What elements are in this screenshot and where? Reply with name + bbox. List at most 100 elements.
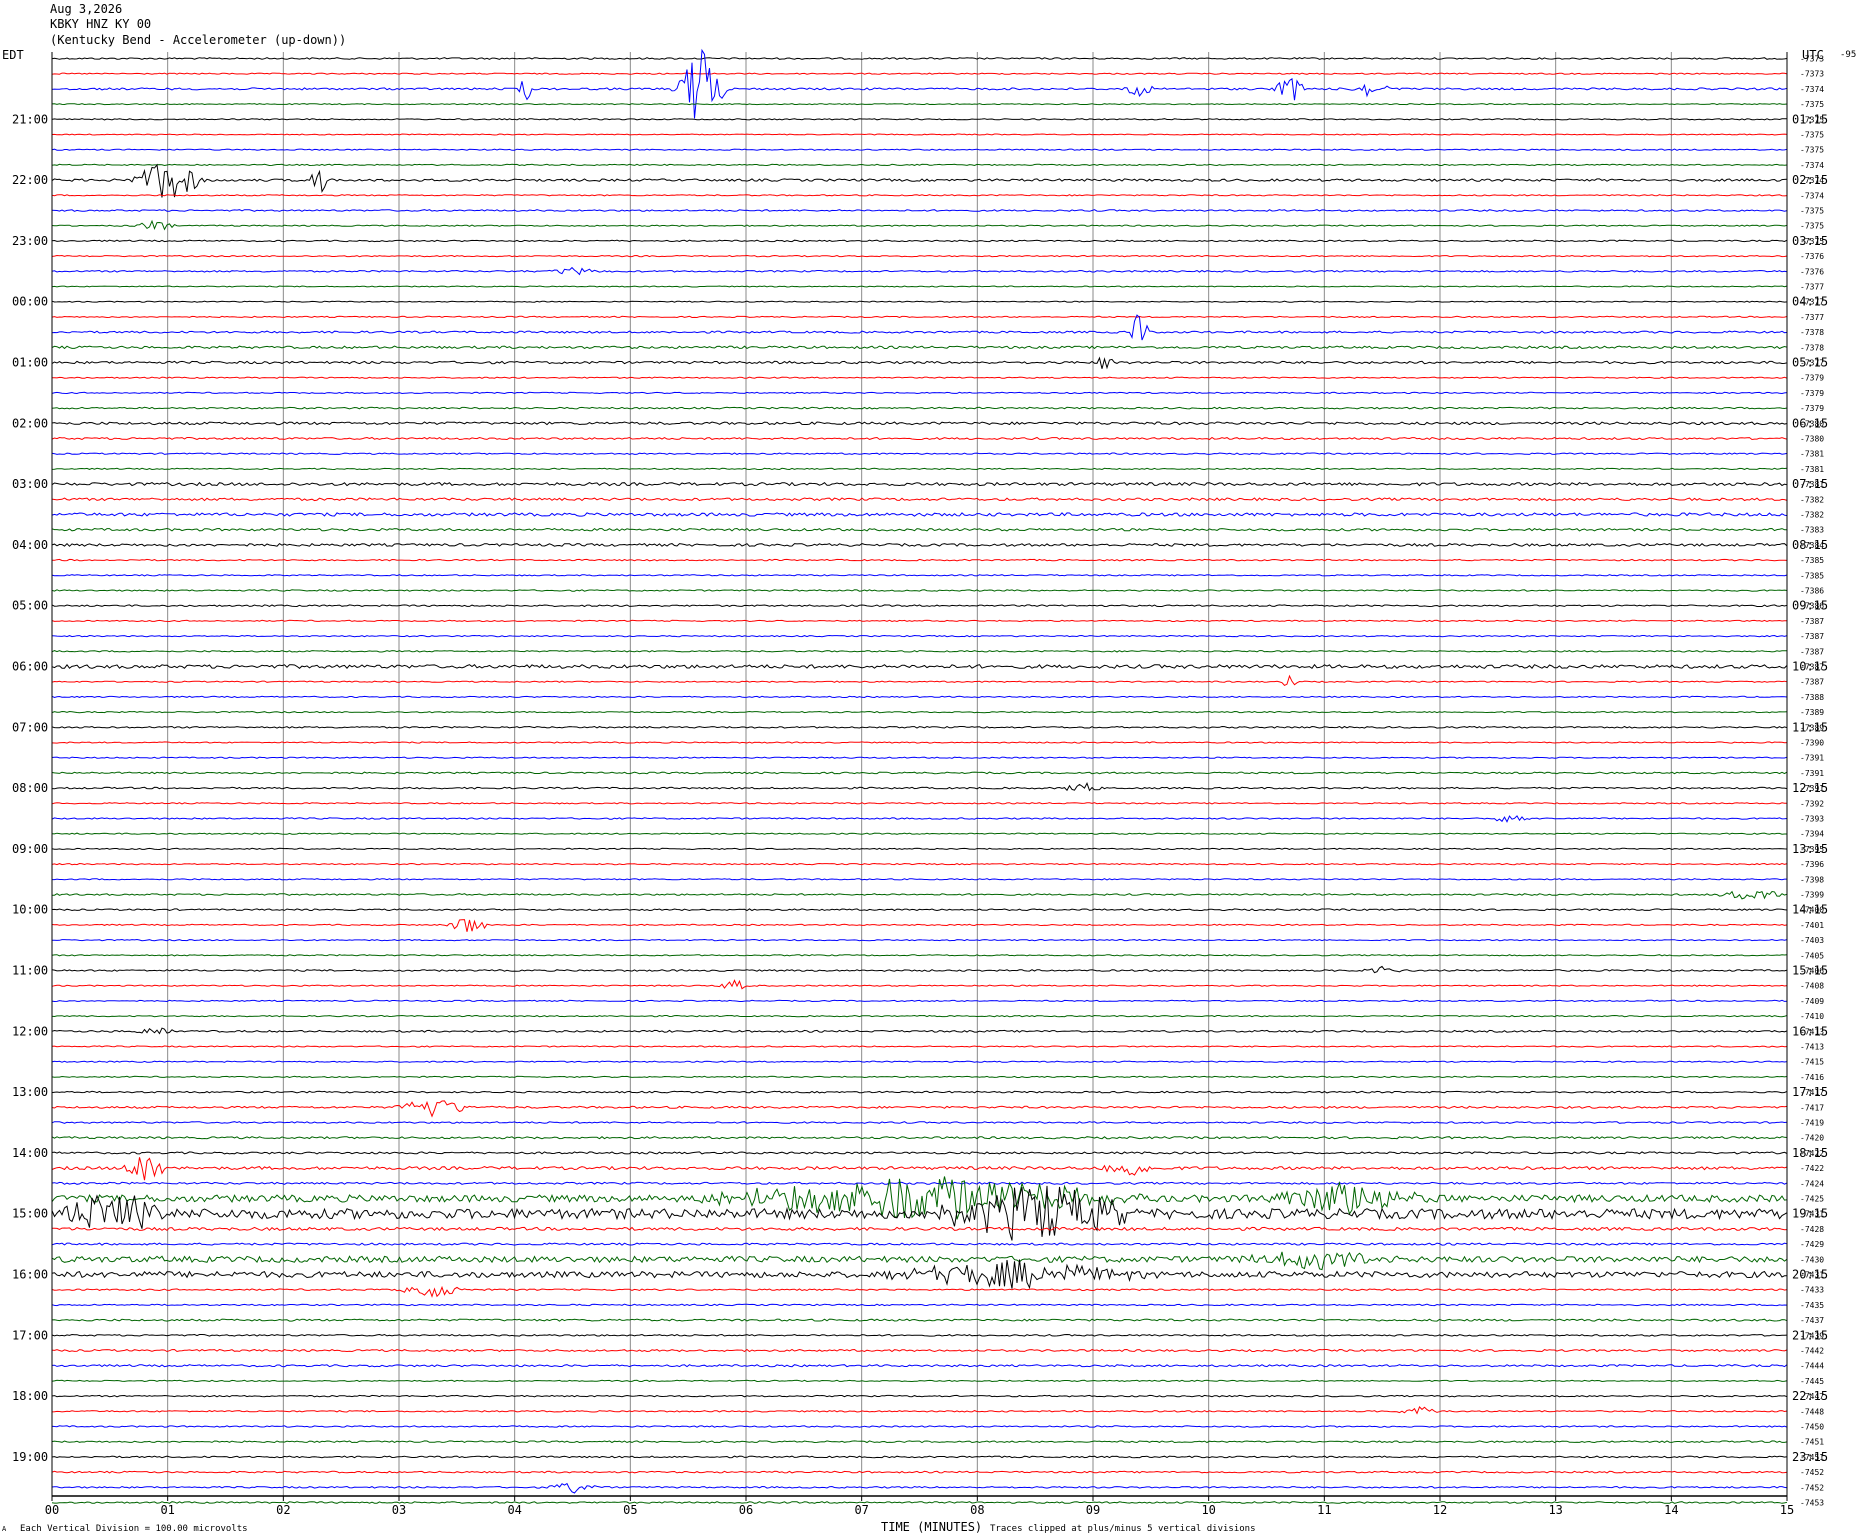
left-hour-label-14: 10:00 — [12, 903, 48, 917]
right-hour-label-11: 11:15 — [1792, 720, 1828, 734]
trace-offset-label-58: -7401 — [1800, 921, 1824, 930]
trace-offset-label-14: -7376 — [1800, 252, 1824, 261]
x-tick-label-08: 08 — [970, 1503, 984, 1517]
traces — [51, 48, 1788, 1504]
right-hour-label-14: 14:15 — [1792, 903, 1828, 917]
trace-offset-label-50: -7392 — [1800, 799, 1824, 808]
trace-50 — [51, 802, 1787, 805]
trace-8 — [51, 163, 1788, 167]
right-hour-label-12: 12:15 — [1792, 781, 1828, 795]
trace-offset-label-44: -7389 — [1800, 708, 1824, 717]
left-hour-label-21: 17:00 — [12, 1328, 48, 1342]
trace-offset-label-56: -7399 — [1800, 891, 1824, 900]
trace-86 — [51, 1348, 1788, 1353]
trace-36 — [51, 589, 1788, 592]
trace-21 — [51, 356, 1788, 370]
trace-7 — [51, 148, 1788, 151]
trace-offset-label-3: -7374 — [1800, 85, 1824, 94]
trace-20 — [51, 345, 1788, 350]
trace-16 — [51, 285, 1788, 288]
trace-73 — [51, 1151, 1788, 1155]
right-hour-label-1: 01:15 — [1792, 112, 1828, 126]
left-hour-label-19: 15:00 — [12, 1207, 48, 1221]
left-hour-label-17: 13:00 — [12, 1085, 48, 1099]
top-right-mark: -95 — [1840, 50, 1856, 60]
left-hour-label-10: 06:00 — [12, 660, 48, 674]
trace-63 — [51, 999, 1788, 1003]
trace-82 — [51, 1285, 1788, 1298]
right-hour-label-19: 19:15 — [1792, 1207, 1828, 1221]
trace-91 — [51, 1425, 1788, 1428]
trace-48 — [51, 771, 1788, 775]
trace-11 — [51, 209, 1788, 212]
trace-23 — [51, 391, 1788, 395]
left-hour-label-6: 02:00 — [12, 416, 48, 430]
right-hour-label-13: 13:15 — [1792, 842, 1828, 856]
right-hour-label-8: 08:15 — [1792, 538, 1828, 552]
trace-offset-label-90: -7448 — [1800, 1407, 1824, 1416]
trace-offset-label-10: -7374 — [1800, 191, 1824, 200]
trace-88 — [51, 1379, 1788, 1383]
trace-1 — [51, 57, 1788, 60]
trace-offset-label-88: -7445 — [1800, 1377, 1824, 1386]
trace-offset-label-80: -7430 — [1800, 1255, 1824, 1264]
trace-offset-label-74: -7422 — [1800, 1164, 1824, 1173]
x-tick-label-11: 11 — [1317, 1503, 1331, 1517]
right-hour-label-20: 20:15 — [1792, 1268, 1828, 1282]
trace-89 — [51, 1394, 1788, 1398]
right-axis-label: UTC — [1802, 48, 1824, 62]
trace-69 — [51, 1090, 1788, 1094]
trace-offset-label-31: -7382 — [1800, 511, 1824, 520]
trace-offset-label-94: -7452 — [1800, 1468, 1824, 1477]
right-hour-label-3: 03:15 — [1792, 234, 1828, 248]
left-hour-label-15: 11:00 — [12, 964, 48, 978]
trace-92 — [51, 1440, 1788, 1444]
trace-offset-label-62: -7408 — [1800, 982, 1824, 991]
trace-offset-label-42: -7387 — [1800, 678, 1824, 687]
left-hour-label-5: 01:00 — [12, 356, 48, 370]
trace-15 — [51, 266, 1788, 276]
trace-26 — [51, 436, 1788, 441]
trace-34 — [52, 558, 1788, 562]
trace-25 — [51, 421, 1788, 426]
left-hour-label-13: 09:00 — [12, 842, 48, 856]
left-hour-label-20: 16:00 — [12, 1268, 48, 1282]
trace-offset-label-38: -7387 — [1800, 617, 1824, 626]
x-tick-label-13: 13 — [1548, 1503, 1562, 1517]
trace-61 — [51, 965, 1788, 974]
x-axis-label: TIME (MINUTES) — [881, 1520, 982, 1534]
trace-12 — [51, 219, 1788, 231]
trace-offset-label-20: -7378 — [1800, 343, 1824, 352]
right-hour-label-2: 02:15 — [1792, 173, 1828, 187]
trace-53 — [51, 847, 1788, 851]
trace-39 — [51, 634, 1788, 638]
right-hour-label-18: 18:15 — [1792, 1146, 1828, 1160]
trace-offset-label-72: -7420 — [1800, 1134, 1824, 1143]
trace-32 — [51, 527, 1788, 532]
right-hour-label-10: 10:15 — [1792, 660, 1828, 674]
trace-offset-label-63: -7409 — [1800, 997, 1824, 1006]
right-hour-label-5: 05:15 — [1792, 356, 1828, 370]
trace-35 — [51, 574, 1788, 577]
trace-9 — [51, 163, 1788, 198]
left-hour-label-9: 05:00 — [12, 599, 48, 613]
trace-offset-label-84: -7437 — [1800, 1316, 1824, 1325]
x-tick-label-06: 06 — [739, 1503, 753, 1517]
trace-offset-label-48: -7391 — [1800, 769, 1824, 778]
trace-96 — [51, 1501, 1788, 1504]
trace-22 — [52, 376, 1788, 379]
right-hour-label-22: 22:15 — [1792, 1389, 1828, 1403]
trace-55 — [52, 878, 1787, 881]
right-hour-label-6: 06:15 — [1792, 416, 1828, 430]
trace-2 — [51, 72, 1788, 75]
trace-13 — [51, 239, 1788, 243]
trace-offset-label-54: -7396 — [1800, 860, 1824, 869]
trace-44 — [51, 710, 1788, 714]
trace-offset-label-95: -7452 — [1800, 1483, 1824, 1492]
trace-17 — [51, 300, 1788, 303]
trace-5 — [51, 118, 1787, 121]
trace-offset-label-47: -7391 — [1800, 754, 1824, 763]
trace-offset-label-18: -7377 — [1800, 313, 1824, 322]
trace-84 — [51, 1318, 1788, 1322]
trace-offset-label-7: -7375 — [1800, 146, 1824, 155]
